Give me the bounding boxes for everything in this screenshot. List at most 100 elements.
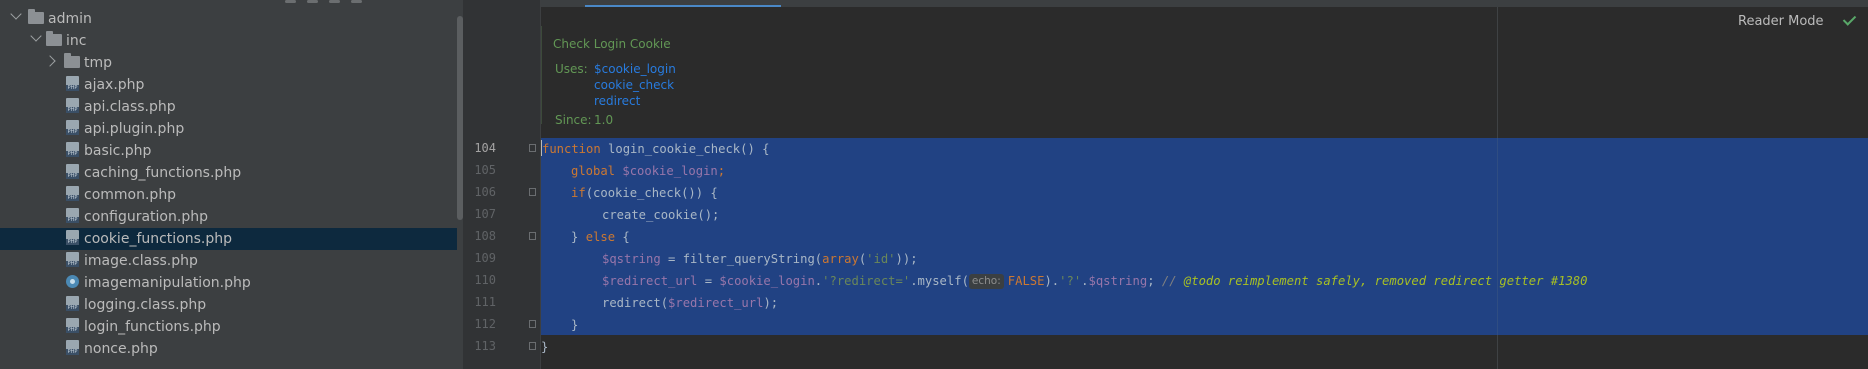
code-line[interactable]: redirect($redirect_url); xyxy=(602,292,778,314)
code-line[interactable]: if(cookie_check()) { xyxy=(571,182,718,204)
tree-item-label: imagemanipulation.php xyxy=(84,275,251,291)
tree-item-label: common.php xyxy=(84,187,177,203)
tree-item-file[interactable]: nonce.php xyxy=(0,338,457,360)
tree-item-label: caching_functions.php xyxy=(84,165,242,181)
tree-item-file[interactable]: caching_functions.php xyxy=(0,162,457,184)
tree-toolbar-icon[interactable] xyxy=(351,0,362,3)
fold-marker-icon[interactable] xyxy=(529,342,536,350)
tree-item-file[interactable]: imagemanipulation.php xyxy=(0,272,457,294)
right-margin-guide xyxy=(1497,138,1498,335)
code-text: ; xyxy=(1147,274,1162,288)
code-line[interactable]: } xyxy=(541,336,548,358)
tree-item-label: logging.class.php xyxy=(84,297,207,313)
fold-marker-icon[interactable] xyxy=(529,144,536,152)
todo-comment: @todo reimplement safely, removed redire… xyxy=(1183,274,1588,288)
tree-item-label: api.class.php xyxy=(84,99,176,115)
reader-mode-button[interactable]: Reader Mode xyxy=(1738,14,1824,29)
php-file-icon xyxy=(66,120,79,135)
code-text: redirect( xyxy=(602,296,669,310)
variable: $cookie_login xyxy=(719,274,815,288)
line-number: 109 xyxy=(474,251,496,265)
tree-item-label: inc xyxy=(66,33,87,49)
php-file-icon xyxy=(66,296,79,311)
chevron-right-icon[interactable] xyxy=(44,55,56,67)
doc-link[interactable]: redirect xyxy=(594,93,640,109)
chevron-down-icon[interactable] xyxy=(30,30,42,42)
variable: $qstring xyxy=(602,252,661,266)
php-file-icon xyxy=(66,186,79,201)
tree-item-label: nonce.php xyxy=(84,341,158,357)
project-tree-panel: admin inc tmp ajax.php api.class.php api… xyxy=(0,0,463,369)
php-file-icon xyxy=(66,164,79,179)
keyword: FALSE xyxy=(1007,274,1045,288)
code-line[interactable]: global $cookie_login; xyxy=(571,160,725,182)
tree-item-file[interactable]: api.class.php xyxy=(0,96,457,118)
fold-marker-icon[interactable] xyxy=(529,188,536,196)
tree-item-file[interactable]: logging.class.php xyxy=(0,294,457,316)
code-editor[interactable]: Check Login Cookie Uses: $cookie_login c… xyxy=(541,0,1868,369)
line-number: 107 xyxy=(474,207,496,221)
string-literal: '?redirect=' xyxy=(822,274,911,288)
tree-item-file-selected[interactable]: cookie_functions.php xyxy=(0,228,457,250)
php-file-icon xyxy=(66,252,79,267)
keyword: function xyxy=(542,142,601,156)
tree-item-label: image.class.php xyxy=(84,253,198,269)
php-file-icon xyxy=(66,208,79,223)
tree-item-label: configuration.php xyxy=(84,209,208,225)
tree-item-file[interactable]: login_functions.php xyxy=(0,316,457,338)
active-tab-indicator[interactable] xyxy=(585,5,781,7)
doc-link[interactable]: cookie_check xyxy=(594,77,674,93)
variable: $redirect_url xyxy=(668,296,764,310)
line-number: 113 xyxy=(474,339,496,353)
string-literal: 'id' xyxy=(866,252,896,266)
tree-item-admin[interactable]: admin xyxy=(0,8,457,30)
code-line[interactable]: function login_cookie_check() { xyxy=(541,138,769,160)
code-text: } xyxy=(541,340,549,354)
doc-comment-border xyxy=(541,26,542,124)
tree-item-file[interactable]: basic.php xyxy=(0,140,457,162)
tree-item-inc[interactable]: inc xyxy=(0,30,457,52)
code-line[interactable]: create_cookie(); xyxy=(602,204,719,226)
code-text: } xyxy=(571,318,579,332)
fold-marker-icon[interactable] xyxy=(529,320,536,328)
tree-item-file[interactable]: image.class.php xyxy=(0,250,457,272)
line-number: 111 xyxy=(474,295,496,309)
chevron-down-icon[interactable] xyxy=(10,8,22,20)
doc-since-value: 1.0 xyxy=(594,113,614,127)
tree-toolbar-icon[interactable] xyxy=(307,0,318,3)
code-text: = xyxy=(697,274,720,288)
code-line[interactable]: $redirect_url = $cookie_login. '?redirect… xyxy=(602,270,1587,292)
doc-link[interactable]: $cookie_login xyxy=(594,61,676,77)
line-number: 106 xyxy=(474,185,496,199)
code-line[interactable]: } else { xyxy=(571,226,630,248)
tree-item-label: tmp xyxy=(84,55,113,71)
code-text: ); xyxy=(763,296,779,310)
code-line[interactable]: } xyxy=(571,314,578,336)
tree-item-tmp[interactable]: tmp xyxy=(0,52,457,74)
tree-item-label: admin xyxy=(48,11,92,27)
code-text: . xyxy=(1081,274,1089,288)
tree-item-label: api.plugin.php xyxy=(84,121,185,137)
fold-marker-icon[interactable] xyxy=(529,232,536,240)
folder-icon xyxy=(64,53,80,68)
keyword: else xyxy=(585,230,616,244)
tree-item-file[interactable]: common.php xyxy=(0,184,457,206)
variable: $redirect_url xyxy=(602,274,698,288)
code-line[interactable]: $qstring = filter_queryString(array('id'… xyxy=(602,248,918,270)
folder-icon xyxy=(46,31,62,46)
tree-item-file[interactable]: api.plugin.php xyxy=(0,118,457,140)
code-text: ; xyxy=(717,164,726,178)
php-file-icon xyxy=(66,318,79,333)
doc-title: Check Login Cookie xyxy=(553,37,671,51)
php-file-icon xyxy=(66,142,79,157)
code-text: (cookie_check()) { xyxy=(585,186,718,200)
tree-toolbar-icon[interactable] xyxy=(329,0,340,3)
tree-item-file[interactable]: ajax.php xyxy=(0,74,457,96)
line-number: 110 xyxy=(474,273,496,287)
tree-toolbar-icon[interactable] xyxy=(285,0,296,3)
line-number: 108 xyxy=(474,229,496,243)
doc-uses-label: Uses: xyxy=(555,62,588,76)
tree-item-file[interactable]: configuration.php xyxy=(0,206,457,228)
class-icon xyxy=(66,275,79,288)
line-number: 112 xyxy=(474,317,496,331)
